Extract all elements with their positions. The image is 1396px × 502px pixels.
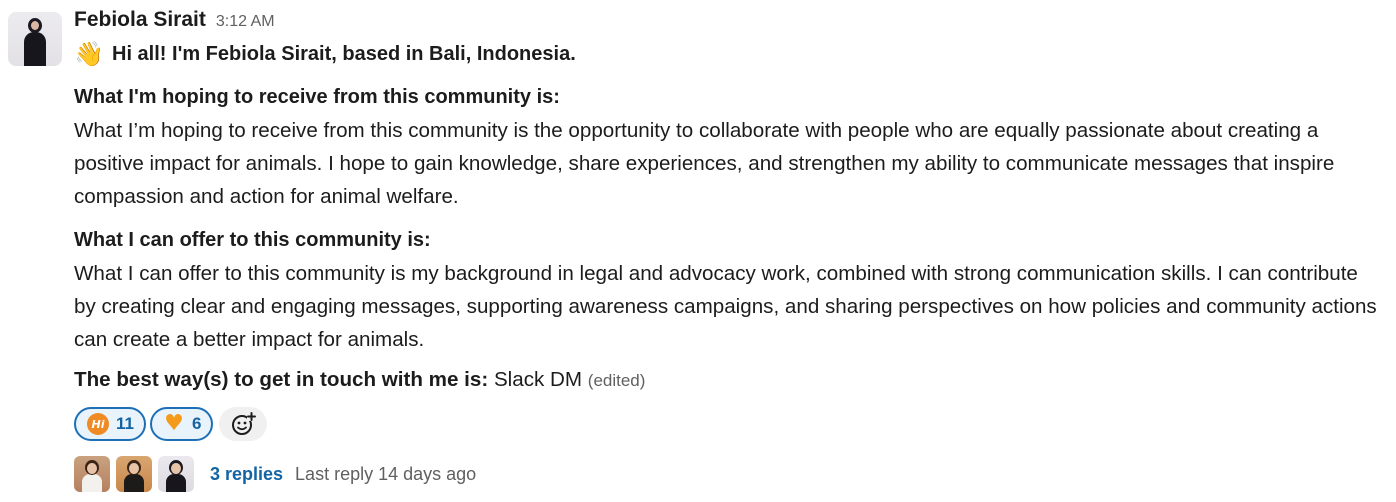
contact-label: The best way(s) to get in touch with me … (74, 368, 489, 391)
section-heading-offer: What I can offer to this community is: (74, 229, 431, 251)
reaction-count: 6 (191, 414, 202, 433)
message-header: Febiola Sirait 3:12 AM (74, 8, 1384, 38)
message-timestamp[interactable]: 3:12 AM (216, 13, 275, 31)
section-heading-receive: What I'm hoping to receive from this com… (74, 86, 560, 108)
reaction-hi[interactable]: Hi 11 (74, 407, 146, 441)
edited-label: (edited) (587, 371, 646, 390)
contact-line: The best way(s) to get in touch with me … (74, 363, 1384, 398)
replies-link[interactable]: 3 replies (210, 464, 283, 485)
hi-bubble-icon: Hi (86, 412, 110, 436)
sender-name[interactable]: Febiola Sirait (74, 8, 206, 32)
add-reaction-icon (232, 412, 257, 435)
reaction-count: 11 (116, 414, 134, 433)
section-body-offer: What I can offer to this community is my… (74, 262, 1377, 351)
add-reaction-button[interactable] (219, 407, 268, 441)
reactions-bar: Hi 11 ♥ 6 (74, 404, 1384, 444)
section-body-receive: What I’m hoping to receive from this com… (74, 119, 1335, 208)
reaction-orange-heart[interactable]: ♥ 6 (149, 407, 214, 441)
waving-hand-icon: 👋 (74, 40, 104, 68)
intro-text: Hi all! I'm Febiola Sirait, based in Bal… (112, 42, 576, 65)
orange-heart-icon: ♥ (164, 411, 184, 436)
message-content: Febiola Sirait 3:12 AM 👋 Hi all! I'm Feb… (74, 8, 1384, 494)
last-reply-text: Last reply 14 days ago (295, 463, 477, 484)
slack-message: Febiola Sirait 3:12 AM 👋 Hi all! I'm Feb… (0, 0, 1396, 502)
sender-avatar[interactable] (8, 12, 62, 66)
thread-participant-avatar (158, 456, 194, 492)
intro-line: 👋 Hi all! I'm Febiola Sirait, based in B… (74, 38, 1384, 70)
thread-participant-avatar (116, 456, 152, 492)
contact-value: Slack DM (493, 368, 583, 391)
thread-summary[interactable]: 3 replies Last reply 14 days ago (74, 454, 1384, 494)
avatar-figure (24, 32, 46, 66)
thread-participant-avatar (74, 456, 110, 492)
